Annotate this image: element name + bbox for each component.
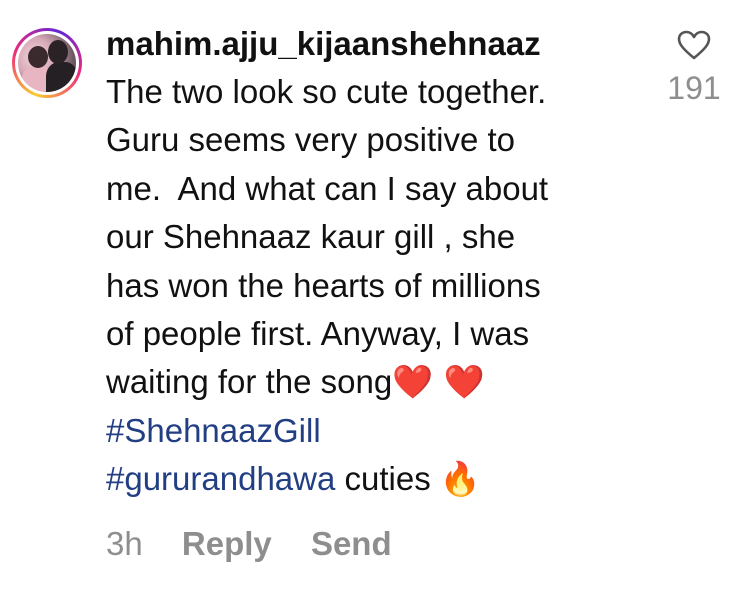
comment-line: The two look so cute together. [106, 73, 547, 110]
avatar[interactable] [12, 28, 82, 98]
comment-content: mahim.ajju_kijaanshehnaaz The two look s… [106, 20, 666, 504]
avatar-ring [15, 31, 79, 95]
like-count: 191 [667, 70, 721, 106]
hashtag-link[interactable]: #gururandhawa [106, 460, 335, 497]
comment-line: our Shehnaaz kaur gill , she [106, 218, 516, 256]
comment-item: mahim.ajju_kijaanshehnaaz The two look s… [0, 0, 750, 595]
comment-meta: 3h Reply Send [106, 520, 422, 568]
hashtag-link[interactable]: #ShehnaazGill [106, 412, 321, 449]
comment-text: The two look so cute together. Guru seem… [106, 68, 666, 504]
avatar-photo [18, 34, 76, 92]
reply-button[interactable]: Reply [182, 525, 272, 562]
comment-line: waiting for the song [106, 363, 393, 401]
comment-line: me. And what can I say about [106, 169, 549, 207]
heart-emoji-icon: ❤️ ❤️ [392, 362, 485, 402]
comment-username[interactable]: mahim.ajju_kijaanshehnaaz [106, 20, 666, 68]
send-button[interactable]: Send [311, 525, 392, 562]
comment-trailing-text: cuties [335, 460, 440, 498]
comment-line: of people first. Anyway, I was [106, 315, 530, 353]
comment-line: Guru seems very positive to [106, 121, 515, 159]
comment-timestamp: 3h [106, 525, 143, 562]
like-column: 191 [664, 30, 724, 108]
heart-outline-icon[interactable] [664, 30, 724, 60]
comment-line: has won the hearts of millions [106, 266, 541, 304]
fire-emoji-icon: 🔥 [439, 459, 481, 499]
